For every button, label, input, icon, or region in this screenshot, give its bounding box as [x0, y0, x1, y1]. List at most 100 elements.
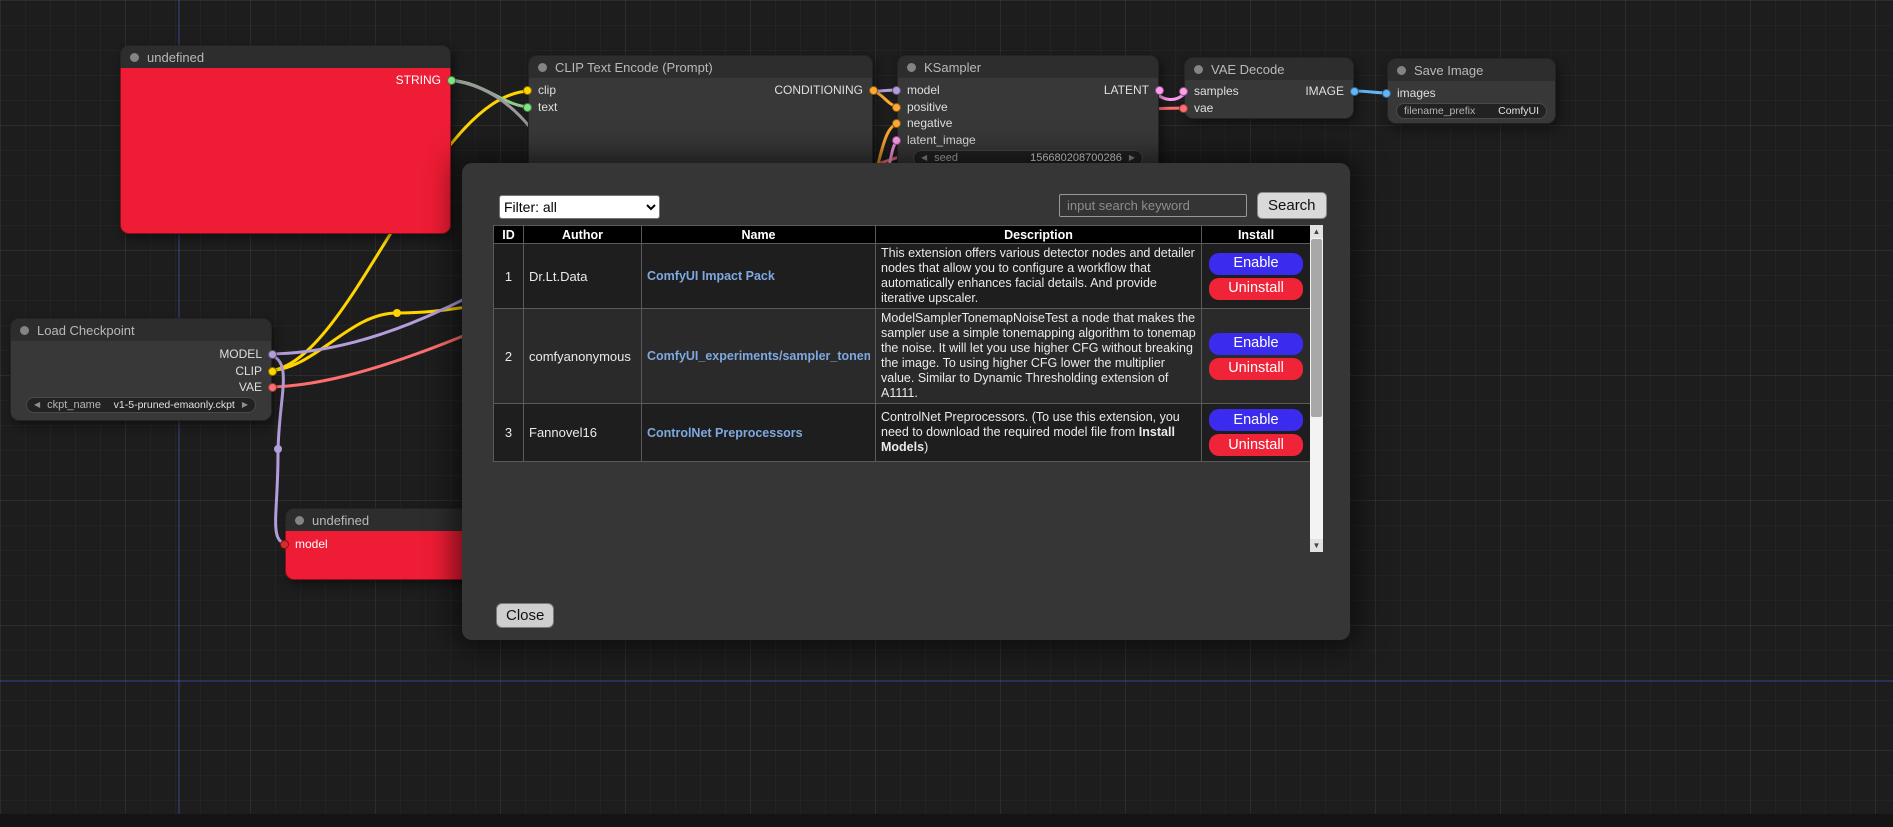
input-port-vae[interactable]: vae: [1179, 101, 1213, 115]
port-dot-icon[interactable]: [280, 540, 289, 549]
input-port-latent-image[interactable]: latent_image: [892, 133, 976, 147]
input-port-model[interactable]: model: [892, 83, 940, 97]
port-label: LATENT: [1104, 83, 1149, 97]
node-titlebar[interactable]: CLIP Text Encode (Prompt): [528, 55, 873, 78]
header-description: Description: [876, 226, 1202, 244]
table-row: 3 Fannovel16 ControlNet Preprocessors Co…: [494, 404, 1311, 462]
node-load-checkpoint[interactable]: Load Checkpoint MODEL CLIP VAE ◀ ckpt_na…: [10, 318, 272, 421]
port-dot-icon[interactable]: [523, 103, 532, 112]
search-input[interactable]: [1059, 194, 1247, 217]
close-button[interactable]: Close: [496, 603, 554, 628]
output-port-vae[interactable]: VAE: [239, 380, 277, 394]
table-row: 2 comfyanonymous ComfyUI_experiments/sam…: [494, 309, 1311, 404]
output-port-clip[interactable]: CLIP: [235, 364, 277, 378]
node-undefined-top[interactable]: undefined STRING: [120, 45, 451, 234]
node-title: undefined: [147, 50, 204, 65]
node-titlebar[interactable]: Save Image: [1387, 58, 1556, 81]
enable-button[interactable]: Enable: [1209, 409, 1303, 431]
filter-select[interactable]: Filter: all: [499, 195, 660, 219]
port-label: CLIP: [235, 364, 262, 378]
port-dot-icon[interactable]: [1155, 86, 1164, 95]
node-titlebar[interactable]: KSampler: [897, 55, 1159, 78]
port-label: MODEL: [219, 347, 262, 361]
node-canvas[interactable]: undefined STRING CLIP Text Encode (Promp…: [0, 0, 1893, 827]
input-port-model[interactable]: model: [280, 537, 328, 551]
port-label: VAE: [239, 380, 262, 394]
widget-label: ckpt_name: [47, 399, 101, 411]
header-install: Install: [1202, 226, 1311, 244]
port-label: negative: [907, 116, 952, 130]
port-dot-icon[interactable]: [1382, 89, 1391, 98]
cell-name: ComfyUI Impact Pack: [642, 244, 876, 309]
cell-description: ControlNet Preprocessors. (To use this e…: [876, 404, 1202, 462]
collapse-dot-icon[interactable]: [538, 63, 547, 72]
cell-description: This extension offers various detector n…: [876, 244, 1202, 309]
scroll-thumb[interactable]: [1311, 239, 1322, 417]
output-port-image[interactable]: IMAGE: [1305, 84, 1359, 98]
header-name: Name: [642, 226, 876, 244]
scroll-up-arrow-icon[interactable]: ▲: [1310, 225, 1323, 238]
output-port-string[interactable]: STRING: [396, 73, 456, 87]
collapse-dot-icon[interactable]: [20, 326, 29, 335]
output-port-latent[interactable]: LATENT: [1104, 83, 1164, 97]
port-dot-icon[interactable]: [869, 86, 878, 95]
node-vae-decode[interactable]: VAE Decode samples vae IMAGE: [1184, 57, 1354, 119]
collapse-dot-icon[interactable]: [907, 63, 916, 72]
input-port-positive[interactable]: positive: [892, 100, 948, 114]
enable-button[interactable]: Enable: [1209, 253, 1303, 275]
port-dot-icon[interactable]: [1179, 104, 1188, 113]
port-dot-icon[interactable]: [1350, 87, 1359, 96]
uninstall-button[interactable]: Uninstall: [1209, 278, 1303, 300]
header-id: ID: [494, 226, 524, 244]
extension-link[interactable]: ComfyUI_experiments/sampler_tonemap: [647, 349, 870, 363]
input-port-negative[interactable]: negative: [892, 116, 952, 130]
cell-author: Fannovel16: [524, 404, 642, 462]
widget-value[interactable]: ComfyUI: [1498, 105, 1539, 117]
input-port-images[interactable]: images: [1382, 86, 1436, 100]
node-titlebar[interactable]: Load Checkpoint: [10, 318, 272, 341]
collapse-dot-icon[interactable]: [130, 53, 139, 62]
table-header-row: ID Author Name Description Install: [494, 226, 1311, 244]
next-value-arrow-icon[interactable]: ▶: [242, 397, 248, 413]
extension-link[interactable]: ControlNet Preprocessors: [647, 426, 870, 440]
collapse-dot-icon[interactable]: [1194, 65, 1203, 74]
uninstall-button[interactable]: Uninstall: [1209, 434, 1303, 456]
widget-value[interactable]: v1-5-pruned-emaonly.ckpt: [114, 399, 235, 411]
port-dot-icon[interactable]: [268, 350, 277, 359]
output-port-model[interactable]: MODEL: [219, 347, 277, 361]
port-dot-icon[interactable]: [892, 136, 901, 145]
prev-value-arrow-icon[interactable]: ◀: [34, 397, 40, 413]
port-dot-icon[interactable]: [1179, 87, 1188, 96]
port-label: model: [295, 537, 328, 551]
port-dot-icon[interactable]: [268, 383, 277, 392]
cell-name: ComfyUI_experiments/sampler_tonemap: [642, 309, 876, 404]
port-dot-icon[interactable]: [447, 76, 456, 85]
node-save-image[interactable]: Save Image images filename_prefix ComfyU…: [1387, 58, 1556, 124]
table-scrollbar[interactable]: ▲ ▼: [1310, 225, 1323, 552]
port-dot-icon[interactable]: [892, 119, 901, 128]
port-dot-icon[interactable]: [268, 367, 277, 376]
ckpt-name-widget[interactable]: ◀ ckpt_name v1-5-pruned-emaonly.ckpt ▶: [26, 397, 256, 413]
node-titlebar[interactable]: undefined: [120, 45, 451, 68]
scroll-down-arrow-icon[interactable]: ▼: [1310, 539, 1323, 552]
cell-install: Enable Uninstall: [1202, 404, 1311, 462]
search-button[interactable]: Search: [1257, 192, 1327, 219]
input-port-samples[interactable]: samples: [1179, 84, 1239, 98]
output-port-conditioning[interactable]: CONDITIONING: [774, 83, 878, 97]
port-dot-icon[interactable]: [892, 86, 901, 95]
port-dot-icon[interactable]: [523, 86, 532, 95]
extensions-table: ID Author Name Description Install 1 Dr.…: [493, 225, 1311, 462]
header-author: Author: [524, 226, 642, 244]
collapse-dot-icon[interactable]: [1397, 66, 1406, 75]
port-dot-icon[interactable]: [892, 103, 901, 112]
input-port-clip[interactable]: clip: [523, 83, 556, 97]
uninstall-button[interactable]: Uninstall: [1209, 358, 1303, 380]
enable-button[interactable]: Enable: [1209, 333, 1303, 355]
input-port-text[interactable]: text: [523, 100, 557, 114]
cell-author: comfyanonymous: [524, 309, 642, 404]
node-titlebar[interactable]: VAE Decode: [1184, 57, 1354, 80]
canvas-axis-horizontal: [0, 680, 1893, 682]
filename-prefix-widget[interactable]: filename_prefix ComfyUI: [1396, 103, 1547, 119]
collapse-dot-icon[interactable]: [295, 516, 304, 525]
extension-link[interactable]: ComfyUI Impact Pack: [647, 269, 870, 283]
